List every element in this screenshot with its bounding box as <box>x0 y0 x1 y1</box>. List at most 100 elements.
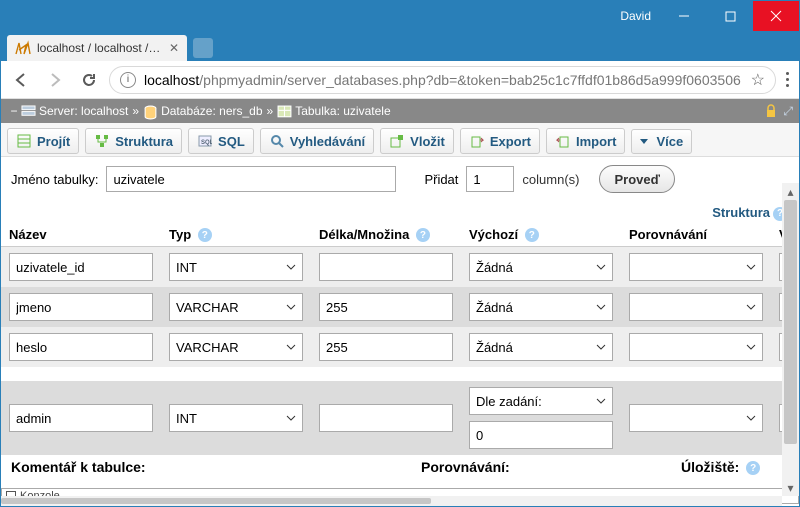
structure-section-label: Struktura? <box>1 201 799 223</box>
minimize-icon <box>678 10 690 22</box>
comment-label: Komentář k tabulce: <box>11 459 391 475</box>
browser-tabstrip: localhost / localhost / ne ✕ <box>1 31 799 61</box>
grid-row: VARCHAR Žádná <box>1 287 799 327</box>
tab-search[interactable]: Vyhledávání <box>260 128 374 154</box>
length-input[interactable] <box>319 333 453 361</box>
length-input[interactable] <box>319 404 453 432</box>
window-titlebar: David <box>1 1 799 31</box>
reload-button[interactable] <box>75 66 103 94</box>
caret-down-icon <box>640 139 648 144</box>
address-bar[interactable]: i localhost/phpmyadmin/server_databases.… <box>109 66 776 94</box>
type-select[interactable]: INT <box>169 253 303 281</box>
scroll-up-icon[interactable]: ▴ <box>782 183 799 200</box>
search-icon <box>269 133 285 149</box>
sql-icon: SQL <box>197 133 213 149</box>
page-help-icon[interactable]: ⤢ <box>783 104 793 119</box>
go-button[interactable]: Proveď <box>599 165 674 193</box>
grid-row: INT Dle zadání: <box>1 381 799 455</box>
length-input[interactable] <box>319 293 453 321</box>
add-columns-label: Přidat <box>424 172 458 187</box>
collation-select[interactable] <box>629 404 763 432</box>
window-minimize-button[interactable] <box>661 1 707 31</box>
breadcrumb-database[interactable]: Databáze: ners_db <box>161 104 262 118</box>
collation-select[interactable] <box>629 333 763 361</box>
maximize-icon <box>725 11 736 22</box>
default-value-input[interactable] <box>469 421 613 449</box>
tab-insert[interactable]: Vložit <box>380 128 454 154</box>
import-icon <box>555 133 571 149</box>
type-select[interactable]: INT <box>169 404 303 432</box>
help-icon[interactable]: ? <box>746 461 760 475</box>
tab-structure[interactable]: Struktura <box>85 128 182 154</box>
tab-close-icon[interactable]: ✕ <box>169 41 179 55</box>
bookmark-icon[interactable]: ☆ <box>751 70 765 90</box>
arrow-right-icon <box>47 72 63 88</box>
database-icon <box>143 105 158 117</box>
address-url: localhost/phpmyadmin/server_databases.ph… <box>144 72 751 88</box>
storage-label: Úložiště: ? <box>681 459 760 475</box>
tab-more[interactable]: Více <box>631 129 692 154</box>
tab-browse[interactable]: Projít <box>7 128 79 154</box>
grid-header-row: Název Typ ? Délka/Množina ? Výchozí ? Po… <box>1 223 799 247</box>
collation-select[interactable] <box>629 293 763 321</box>
arrow-left-icon <box>13 72 29 88</box>
columns-grid: Název Typ ? Délka/Množina ? Výchozí ? Po… <box>1 223 799 476</box>
tab-import[interactable]: Import <box>546 128 625 154</box>
help-icon[interactable]: ? <box>416 228 430 242</box>
length-input[interactable] <box>319 253 453 281</box>
browser-tab[interactable]: localhost / localhost / ne ✕ <box>7 35 187 61</box>
scroll-down-icon[interactable]: ▾ <box>782 479 799 496</box>
col-length-header: Délka/Množina ? <box>311 223 461 247</box>
name-input[interactable] <box>9 404 153 432</box>
breadcrumb-server[interactable]: Server: localhost <box>39 104 128 118</box>
lock-icon <box>765 104 777 118</box>
scroll-thumb[interactable] <box>1 498 431 504</box>
col-name-header: Název <box>1 223 161 247</box>
window-maximize-button[interactable] <box>707 1 753 31</box>
col-type-header: Typ ? <box>161 223 311 247</box>
browse-icon <box>16 133 32 149</box>
name-input[interactable] <box>9 293 153 321</box>
tab-sql[interactable]: SQLSQL <box>188 128 254 154</box>
structure-icon <box>94 133 110 149</box>
browser-tab-label: localhost / localhost / ne <box>37 41 163 55</box>
collation-label: Porovnávání: <box>421 459 651 475</box>
site-info-icon[interactable]: i <box>120 72 136 88</box>
default-select[interactable]: Žádná <box>469 333 613 361</box>
browser-toolbar: i localhost/phpmyadmin/server_databases.… <box>1 61 799 99</box>
phpmyadmin-favicon <box>15 40 31 56</box>
close-icon <box>770 10 782 22</box>
help-icon[interactable]: ? <box>198 228 212 242</box>
breadcrumb: − Server: localhost » Databáze: ners_db … <box>1 99 799 123</box>
server-icon <box>21 105 36 117</box>
forward-button[interactable] <box>41 66 69 94</box>
col-default-header: Výchozí ? <box>461 223 621 247</box>
add-columns-input[interactable] <box>466 166 514 192</box>
window-close-button[interactable] <box>753 1 799 31</box>
insert-icon <box>389 133 405 149</box>
horizontal-scrollbar[interactable] <box>1 496 782 506</box>
name-input[interactable] <box>9 253 153 281</box>
name-input[interactable] <box>9 333 153 361</box>
back-button[interactable] <box>7 66 35 94</box>
type-select[interactable]: VARCHAR <box>169 293 303 321</box>
svg-text:SQL: SQL <box>201 140 212 146</box>
scroll-thumb[interactable] <box>784 200 797 444</box>
new-tab-button[interactable] <box>193 38 213 58</box>
table-footer-labels: Komentář k tabulce: Porovnávání: Úložišt… <box>1 455 799 475</box>
vertical-scrollbar[interactable]: ▴ ▾ <box>782 183 799 496</box>
collation-select[interactable] <box>629 253 763 281</box>
type-select[interactable]: VARCHAR <box>169 333 303 361</box>
breadcrumb-table[interactable]: Tabulka: uzivatele <box>295 104 390 118</box>
export-icon <box>469 133 485 149</box>
grid-row: INT Žádná <box>1 247 799 288</box>
default-select[interactable]: Žádná <box>469 253 613 281</box>
table-options-row: Jméno tabulky: Přidat column(s) Proveď <box>1 157 799 201</box>
table-name-input[interactable] <box>106 166 396 192</box>
tab-export[interactable]: Export <box>460 128 540 154</box>
default-select[interactable]: Dle zadání: <box>469 387 613 415</box>
help-icon[interactable]: ? <box>525 228 539 242</box>
browser-menu-button[interactable] <box>782 68 793 91</box>
default-select[interactable]: Žádná <box>469 293 613 321</box>
nav-collapse-button[interactable]: − <box>7 104 21 118</box>
